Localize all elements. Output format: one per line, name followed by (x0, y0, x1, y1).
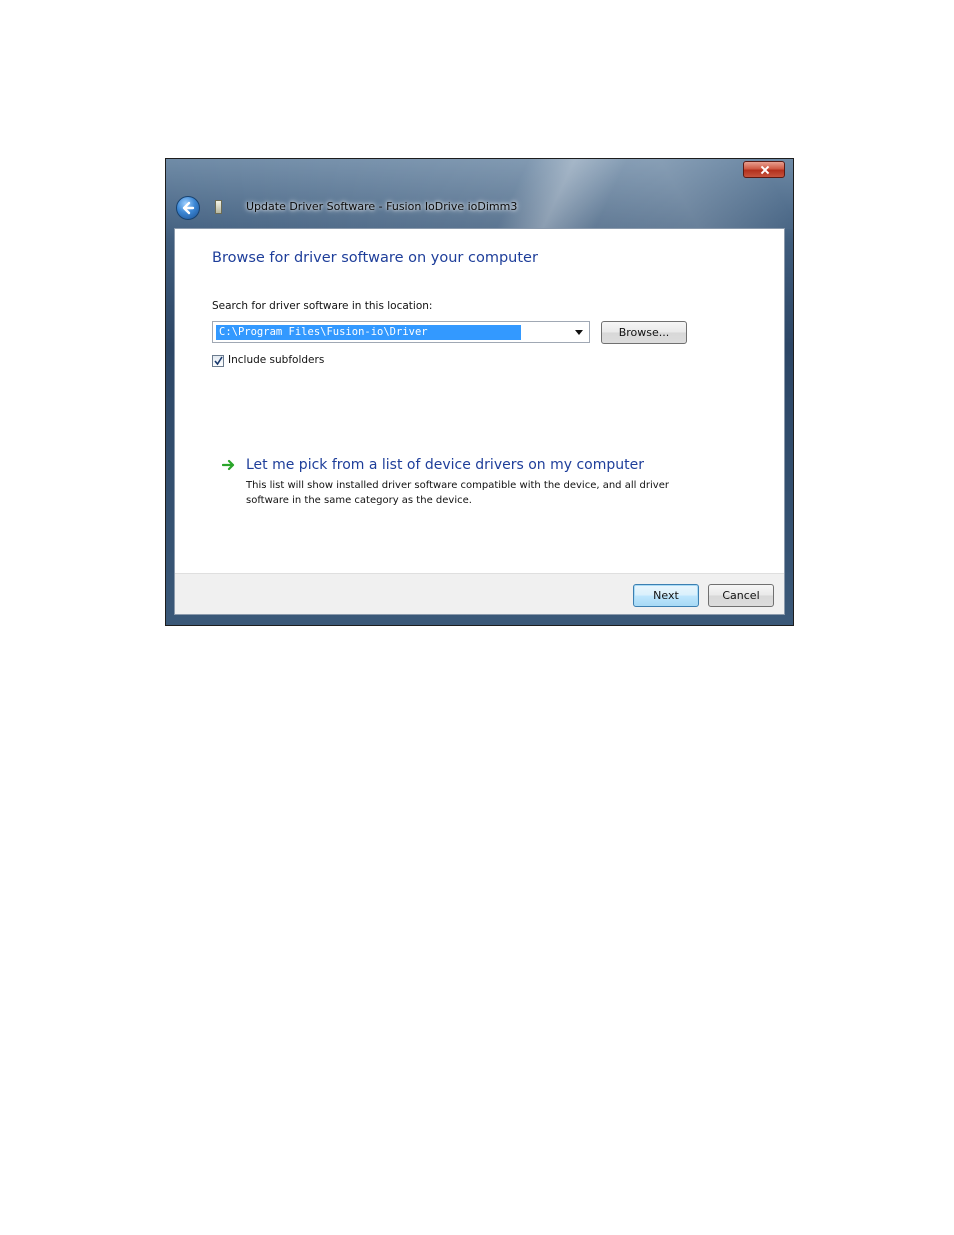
back-button[interactable] (176, 196, 200, 220)
include-subfolders-checkbox[interactable] (212, 355, 224, 367)
browse-button[interactable]: Browse... (601, 321, 687, 344)
close-button[interactable] (743, 161, 785, 178)
search-location-label: Search for driver software in this locat… (212, 300, 433, 312)
next-button[interactable]: Next (633, 584, 699, 607)
pick-from-list-link[interactable]: Let me pick from a list of device driver… (246, 457, 644, 473)
checkmark-icon (214, 356, 223, 366)
update-driver-window: Update Driver Software - Fusion IoDrive … (165, 158, 794, 626)
path-combobox[interactable]: C:\Program Files\Fusion-io\Driver (212, 321, 590, 343)
wizard-content: Browse for driver software on your compu… (174, 228, 785, 615)
path-input-value[interactable]: C:\Program Files\Fusion-io\Driver (216, 325, 521, 340)
pick-from-list-description: This list will show installed driver sof… (246, 480, 669, 506)
device-icon (215, 200, 222, 214)
titlebar-background (166, 159, 793, 229)
back-arrow-icon (182, 201, 195, 215)
green-arrow-icon (222, 459, 235, 471)
window-title: Update Driver Software - Fusion IoDrive … (246, 200, 518, 213)
chevron-down-icon[interactable] (571, 322, 589, 342)
cancel-button[interactable]: Cancel (708, 584, 774, 607)
page-heading: Browse for driver software on your compu… (212, 250, 538, 266)
include-subfolders-label: Include subfolders (228, 354, 325, 366)
wizard-footer: Next Cancel (175, 573, 784, 614)
